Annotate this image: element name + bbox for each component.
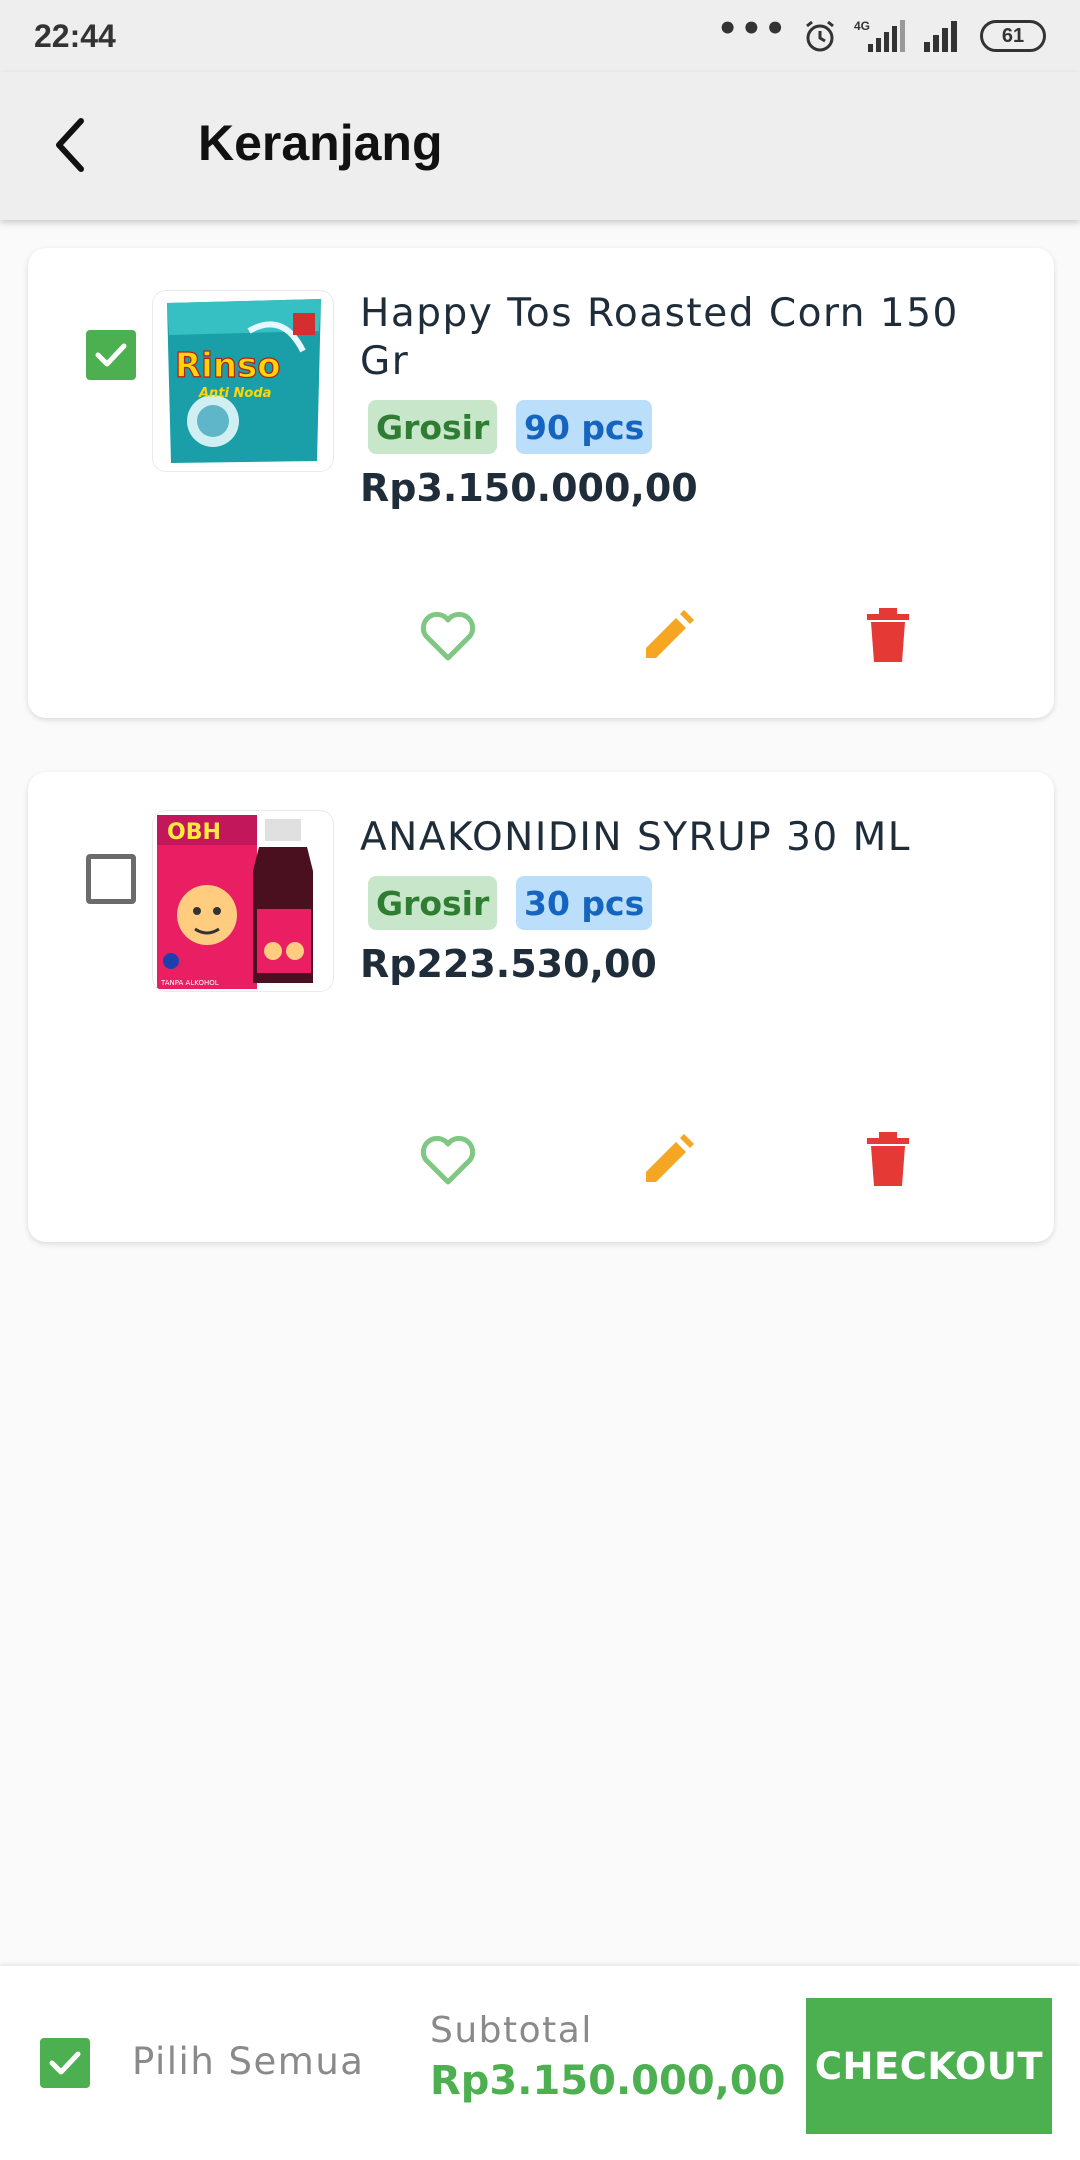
heart-icon — [420, 1135, 476, 1185]
edit-icon — [646, 610, 694, 658]
product-price: Rp3.150.000,00 — [360, 466, 698, 510]
app-bar: Keranjang — [0, 72, 1080, 220]
status-bar: 22:44 ••• 4G 61 — [0, 0, 1080, 72]
delete-button[interactable] — [852, 600, 924, 672]
bottom-bar: Pilih Semua Subtotal Rp3.150.000,00 CHEC… — [0, 1966, 1080, 2160]
type-badge: Grosir — [368, 876, 498, 930]
check-icon — [95, 343, 127, 367]
quantity-badge: 30 pcs — [516, 876, 653, 930]
product-name[interactable]: ANAKONIDIN SYRUP 30 ML — [360, 814, 1020, 862]
edit-button[interactable] — [632, 1124, 704, 1196]
heart-icon — [420, 611, 476, 661]
product-name[interactable]: Happy Tos Roasted Corn 150 Gr — [360, 290, 1020, 386]
item-checkbox[interactable] — [86, 854, 136, 904]
edit-button[interactable] — [632, 600, 704, 672]
battery-icon: 61 — [980, 20, 1046, 52]
subtotal-label: Subtotal — [430, 2010, 593, 2051]
cart-item-card[interactable]: OBH TANPA ALKOHOL ANAKONIDIN SYRUP 30 ML… — [28, 772, 1054, 1242]
select-all-label[interactable]: Pilih Semua — [132, 2040, 364, 2083]
edit-icon — [646, 1134, 694, 1182]
wishlist-button[interactable] — [412, 600, 484, 672]
wishlist-button[interactable] — [412, 1124, 484, 1196]
select-all-checkbox[interactable] — [40, 2038, 90, 2088]
quantity-badge: 90 pcs — [516, 400, 653, 454]
product-image[interactable]: Rinso Anti Noda — [152, 290, 334, 472]
network-label: 4G — [854, 19, 870, 33]
page-title: Keranjang — [198, 115, 443, 171]
alarm-icon — [806, 20, 834, 52]
signal-4g-icon: 4G — [854, 19, 905, 52]
product-image[interactable]: OBH TANPA ALKOHOL — [152, 810, 334, 992]
check-icon — [49, 2051, 81, 2075]
back-arrow-icon — [56, 118, 84, 172]
status-time: 22:44 — [34, 17, 116, 54]
product-image-brand: OBH — [167, 820, 221, 845]
back-button[interactable] — [36, 110, 106, 180]
cart-screen: 22:44 ••• 4G 61 Keranjang Rinso Anti Nod… — [0, 0, 1080, 2160]
subtotal-value: Rp3.150.000,00 — [430, 2058, 786, 2104]
delete-button[interactable] — [852, 1124, 924, 1196]
more-dots-icon: ••• — [716, 9, 788, 49]
type-badge: Grosir — [368, 400, 498, 454]
product-image-brand: Rinso — [175, 346, 281, 386]
delete-icon — [867, 608, 909, 662]
signal-icon — [924, 21, 957, 52]
status-icons: ••• 4G 61 — [717, 9, 1046, 54]
item-checkbox[interactable] — [86, 330, 136, 380]
delete-icon — [867, 1132, 909, 1186]
cart-item-card[interactable]: Rinso Anti Noda Happy Tos Roasted Corn 1… — [28, 248, 1054, 718]
product-image-subtext: Anti Noda — [198, 386, 271, 401]
checkout-button[interactable]: CHECKOUT — [806, 1998, 1052, 2134]
product-image-subtext: TANPA ALKOHOL — [160, 979, 219, 987]
product-price: Rp223.530,00 — [360, 942, 657, 986]
